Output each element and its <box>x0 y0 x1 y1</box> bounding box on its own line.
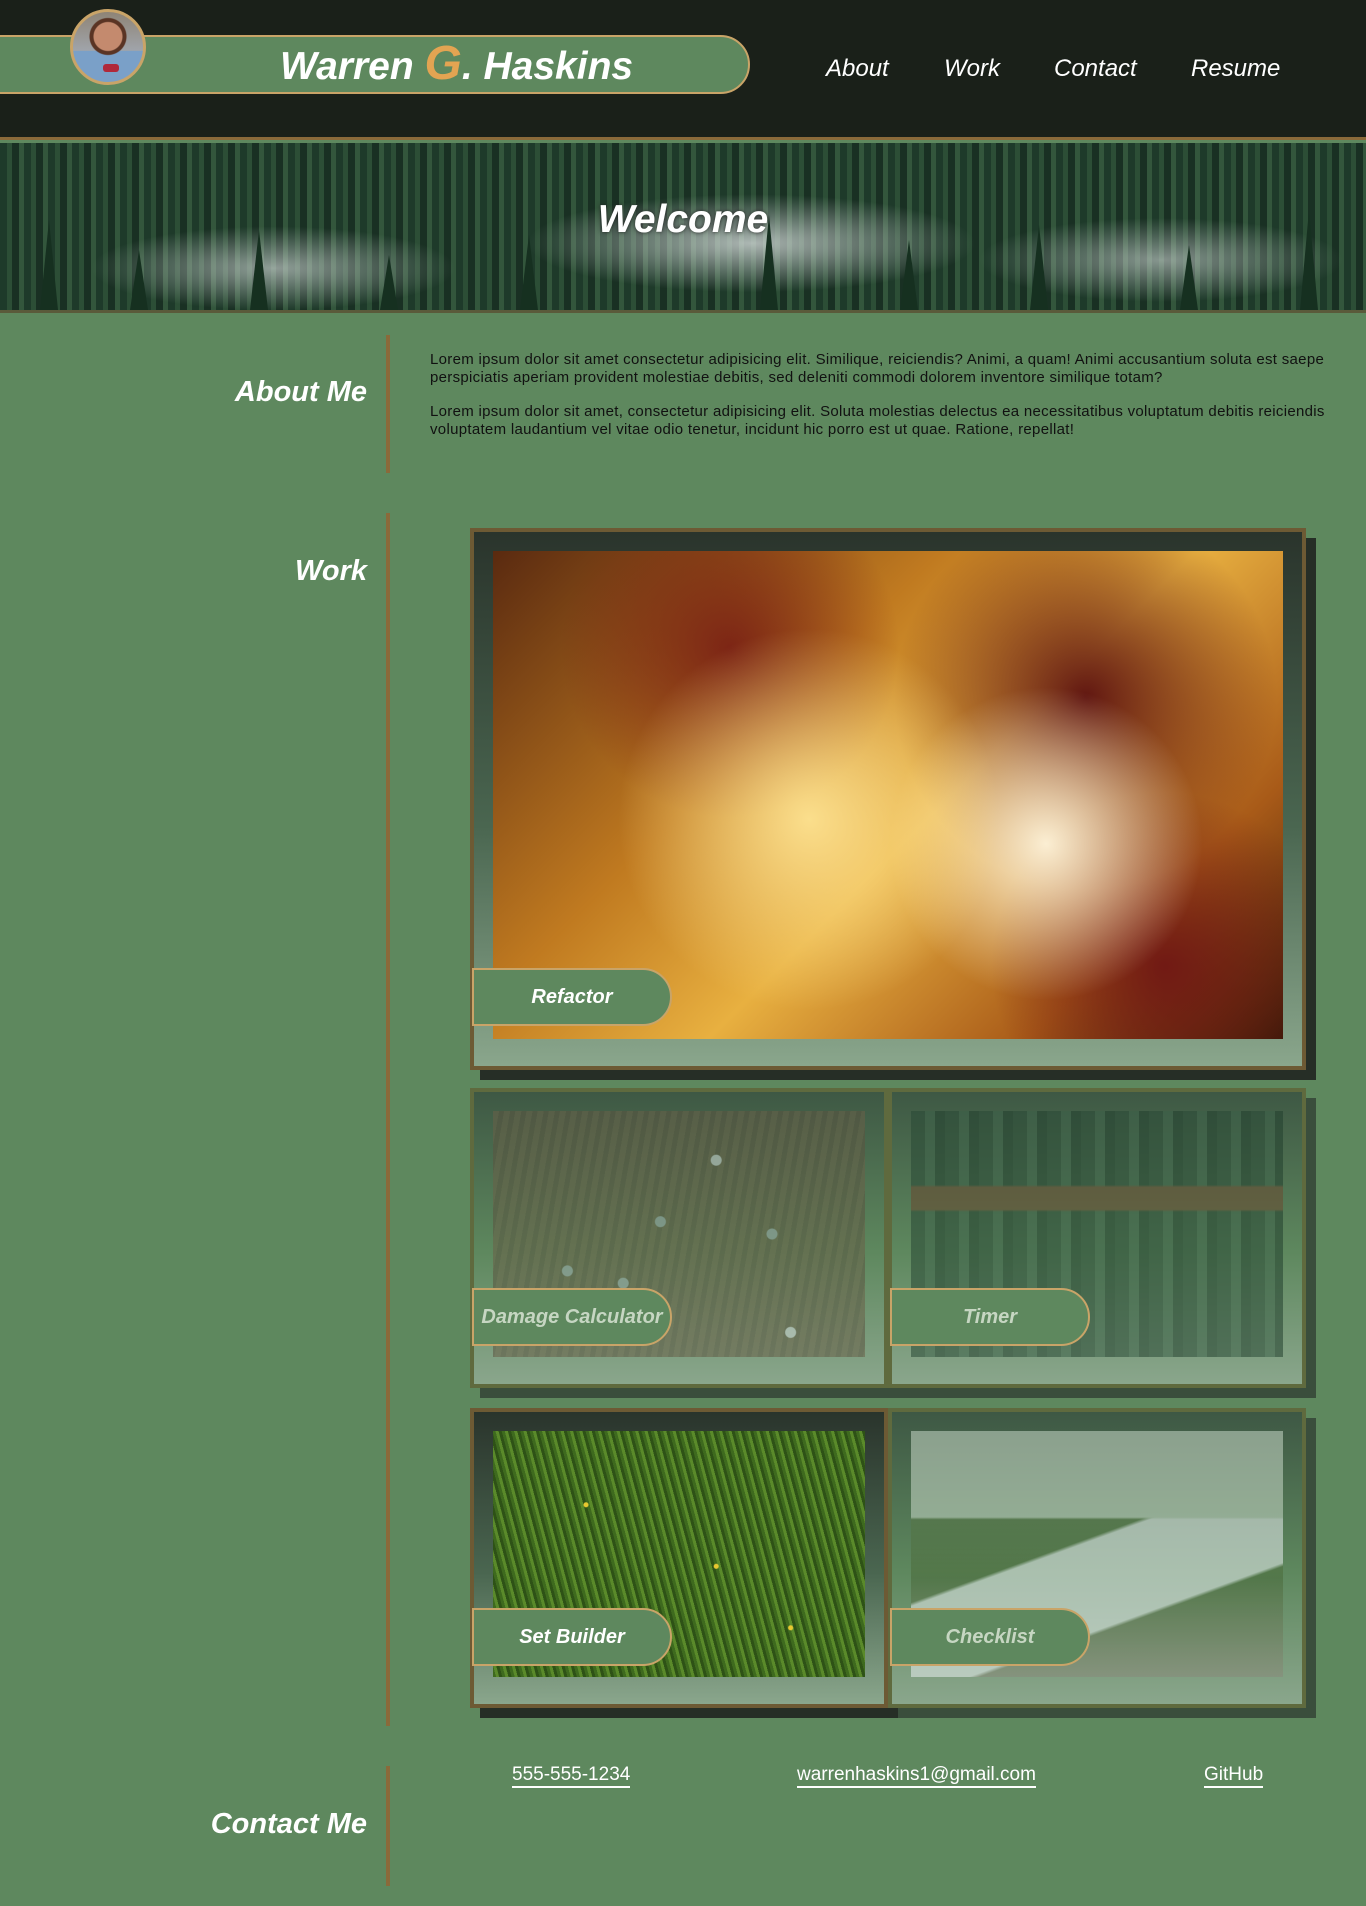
project-image <box>493 551 1283 1039</box>
project-label-pill[interactable]: Damage Calculator <box>472 1288 672 1346</box>
site-owner-name: Warren G. Haskins <box>280 38 633 90</box>
project-title: Refactor <box>531 986 613 1008</box>
github-link[interactable]: GitHub <box>1204 1764 1264 1788</box>
project-label-pill[interactable]: Checklist <box>890 1608 1090 1666</box>
project-label-pill[interactable]: Set Builder <box>472 1608 672 1666</box>
nav-resume-link[interactable]: Resume <box>1191 55 1280 83</box>
phone-link[interactable]: 555-555-1234 <box>512 1764 631 1788</box>
site-header: Warren G. Haskins About Work Contact Res… <box>0 0 1366 140</box>
profile-avatar <box>70 9 146 85</box>
nav-work-link[interactable]: Work <box>944 55 1000 83</box>
welcome-heading: Welcome <box>597 198 769 241</box>
about-body: Lorem ipsum dolor sit amet consectetur a… <box>430 351 1335 455</box>
project-card-timer[interactable]: Timer <box>888 1088 1306 1388</box>
work-section-title: Work <box>295 555 367 587</box>
contact-divider <box>386 1766 390 1886</box>
project-title: Timer <box>962 1306 1018 1328</box>
project-label-pill[interactable]: Refactor <box>472 968 672 1026</box>
project-title: Damage Calculator <box>481 1306 663 1328</box>
project-card-damage-calculator[interactable]: Damage Calculator <box>470 1088 888 1388</box>
name-initial: G <box>424 37 462 90</box>
name-last: . Haskins <box>461 45 634 88</box>
nav-about-link[interactable]: About <box>826 55 889 83</box>
contact-section-title: Contact Me <box>210 1808 367 1840</box>
project-card-refactor[interactable]: Refactor <box>470 528 1306 1070</box>
email-link[interactable]: warrenhaskins1@gmail.com <box>797 1764 1036 1788</box>
about-section-title: About Me <box>234 376 367 408</box>
about-paragraph: Lorem ipsum dolor sit amet consectetur a… <box>430 351 1325 386</box>
nav-contact-link[interactable]: Contact <box>1054 55 1137 83</box>
work-divider <box>386 513 390 1726</box>
project-title: Set Builder <box>519 1626 625 1648</box>
name-first: Warren <box>280 45 425 88</box>
project-title: Checklist <box>945 1626 1035 1648</box>
bowtie-shape <box>103 64 119 72</box>
about-paragraph: Lorem ipsum dolor sit amet, consectetur … <box>430 403 1325 438</box>
project-card-set-builder[interactable]: Set Builder <box>470 1408 888 1708</box>
project-card-checklist[interactable]: Checklist <box>888 1408 1306 1708</box>
about-divider <box>386 335 390 473</box>
project-label-pill[interactable]: Timer <box>890 1288 1090 1346</box>
